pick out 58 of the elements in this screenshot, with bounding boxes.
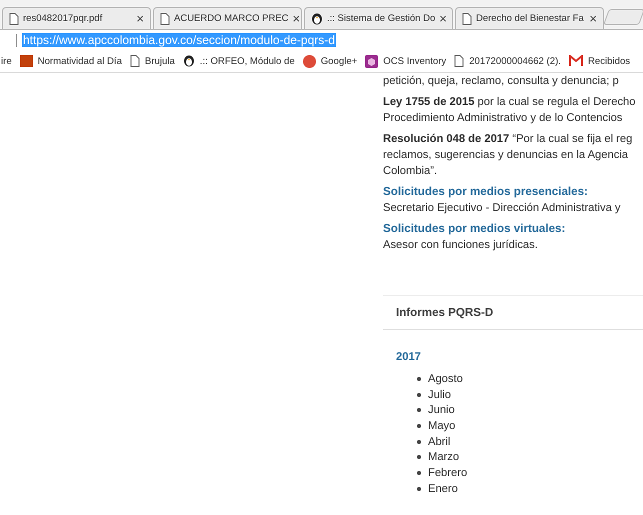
section-text: Asesor con funciones jurídicas. — [383, 238, 539, 253]
bullet-icon — [417, 455, 421, 460]
bullet-icon — [417, 408, 421, 412]
tab-title: .:: Sistema de Gestión Do — [327, 13, 436, 24]
month-link[interactable]: Junio — [428, 402, 455, 418]
tab-title: res0482017pqr.pdf — [23, 13, 104, 24]
month-link[interactable]: Marzo — [428, 449, 460, 466]
section-heading: Solicitudes por medios presenciales: — [383, 184, 589, 200]
mail-icon — [568, 55, 583, 67]
bookmark[interactable]: Normatividad al Día — [20, 55, 122, 67]
month-link[interactable]: Julio — [428, 386, 452, 403]
bookmark[interactable]: 20172000004662 (2). — [454, 55, 561, 67]
browser-tab[interactable]: Derecho del Bienestar Fa × — [455, 7, 604, 29]
section-heading: Solicitudes por medios virtuales: — [383, 221, 566, 237]
document-icon — [160, 12, 170, 24]
new-tab-button[interactable] — [603, 9, 643, 25]
text-cursor — [16, 34, 17, 46]
year-link[interactable]: 2017 — [396, 349, 421, 365]
close-icon[interactable]: × — [589, 11, 597, 26]
paragraph: Ley 1755 de 2015 por la cual se regula el Derecho Procedimiento Administrativo y de lo Contencios — [383, 95, 637, 126]
bullet-icon — [417, 392, 421, 397]
browser-tab[interactable]: .:: Sistema de Gestión Do × — [304, 7, 453, 29]
section-text: Secretario Ejecutivo - Dirección Administrativa y — [383, 201, 622, 216]
document-icon — [130, 55, 140, 67]
close-icon[interactable]: × — [439, 11, 447, 26]
month-link[interactable]: Mayo — [428, 418, 456, 434]
document-icon — [454, 55, 464, 67]
penguin-icon — [311, 12, 323, 24]
document-icon — [9, 12, 19, 24]
bullet-icon — [417, 424, 421, 428]
bookmark[interactable]: ire — [1, 56, 12, 66]
bookmark[interactable]: Google+ — [302, 54, 358, 68]
circle-icon — [302, 54, 316, 68]
month-link[interactable]: Enero — [428, 480, 458, 496]
bookmark[interactable]: .:: ORFEO, Módulo de — [182, 55, 295, 67]
bookmark[interactable]: Brujula — [130, 55, 175, 67]
box-icon — [365, 54, 378, 68]
logo-icon — [20, 55, 33, 67]
browser-tab[interactable]: ACUERDO MARCO PREC × — [153, 7, 302, 29]
month-link[interactable]: Agosto — [428, 370, 463, 387]
bullet-icon — [417, 470, 421, 475]
close-icon[interactable]: × — [136, 11, 144, 26]
bullet-icon — [417, 486, 421, 491]
penguin-icon — [182, 55, 195, 67]
panel-title: Informes PQRS-D — [383, 296, 643, 330]
bullet-icon — [417, 376, 421, 381]
bullet-icon — [417, 440, 421, 444]
bookmark[interactable]: OCS Inventory — [365, 54, 446, 68]
tab-title: ACUERDO MARCO PREC — [174, 13, 289, 24]
paragraph: petición, queja, reclamo, consulta y denuncia; p — [383, 74, 620, 89]
month-link[interactable]: Abril — [428, 434, 450, 450]
month-link[interactable]: Febrero — [428, 464, 468, 481]
bookmark[interactable]: Recibidos — [568, 55, 630, 67]
close-icon[interactable]: × — [292, 11, 300, 26]
paragraph: Resolución 048 de 2017 “Por la cual se fija el reg reclamos, sugerencias y denuncias en la Agencia Colombia”. — [383, 132, 634, 179]
tab-title: Derecho del Bienestar Fa — [476, 13, 585, 24]
browser-tab[interactable]: res0482017pqr.pdf × — [2, 7, 151, 29]
document-icon — [462, 12, 472, 24]
